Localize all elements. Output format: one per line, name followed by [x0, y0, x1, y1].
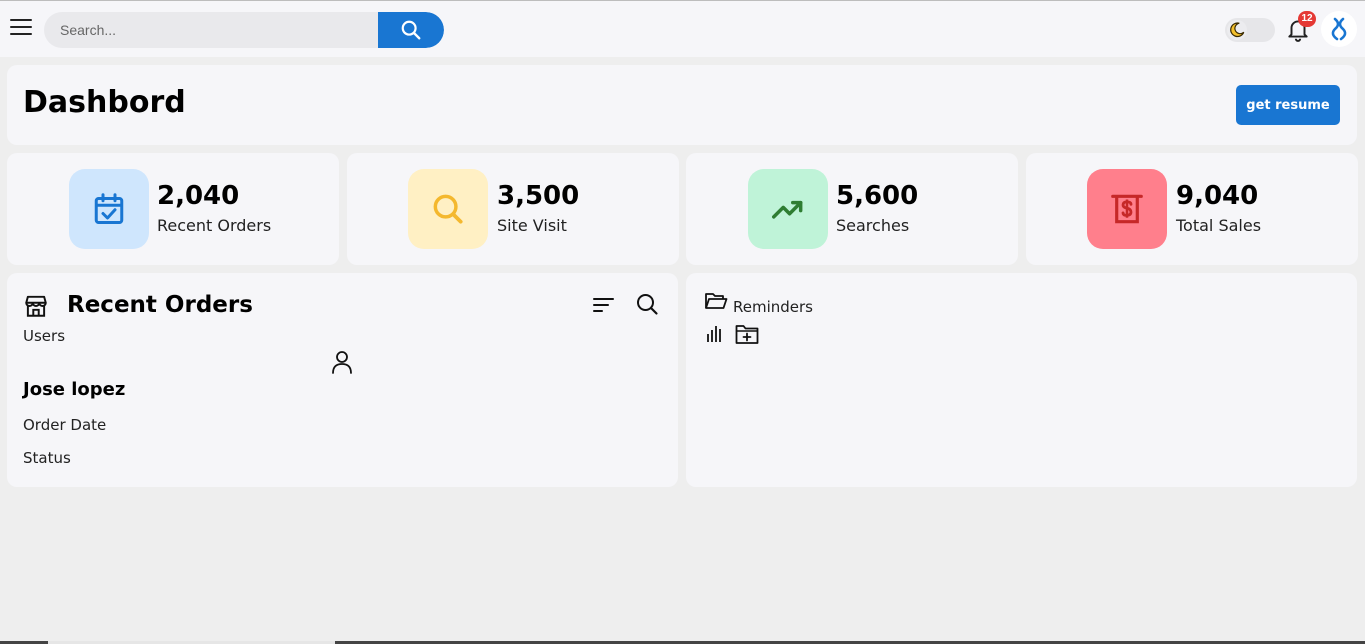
reminders-panel: Reminders: [686, 273, 1357, 487]
moon-icon: [1227, 20, 1247, 40]
page-title: Dashbord: [23, 85, 186, 120]
status-label: Status: [23, 449, 71, 467]
stat-card-recent-orders: 2,040 Recent Orders: [7, 153, 339, 265]
page-header: Dashbord get resume: [7, 65, 1357, 145]
avatar-logo-icon: [1331, 17, 1347, 41]
stat-value: 2,040: [157, 181, 240, 211]
filter-icon[interactable]: [593, 295, 615, 315]
panel-title: Recent Orders: [67, 292, 253, 318]
stat-value: 5,600: [836, 181, 919, 211]
stat-icon-box: [69, 169, 149, 249]
bar-chart-icon: [707, 326, 721, 342]
stat-card-total-sales: 9,040 Total Sales: [1026, 153, 1358, 265]
notification-badge: 12: [1298, 11, 1316, 27]
store-icon: [25, 295, 47, 317]
receipt-dollar-icon: [1111, 194, 1143, 224]
stat-label: Total Sales: [1176, 216, 1262, 235]
stat-card-site-visit: 3,500 Site Visit: [347, 153, 679, 265]
folder-open-icon: [705, 293, 728, 309]
user-icon: [332, 351, 352, 374]
stat-value: 3,500: [497, 181, 580, 211]
search-icon: [433, 194, 463, 224]
menu-icon[interactable]: [10, 19, 32, 39]
users-label: Users: [23, 327, 66, 345]
stat-label: Site Visit: [497, 216, 567, 235]
stat-label: Searches: [836, 216, 910, 235]
search-icon[interactable]: [635, 292, 659, 316]
theme-toggle[interactable]: [1225, 18, 1275, 42]
user-name: Jose lopez: [23, 379, 126, 400]
search-input[interactable]: [44, 12, 378, 48]
avatar[interactable]: [1321, 11, 1357, 47]
stat-icon-box: [748, 169, 828, 249]
recent-orders-panel: Recent Orders Users Jose lopez Order Dat…: [7, 273, 678, 487]
get-resume-button[interactable]: get resume: [1236, 85, 1340, 125]
stat-icon-box: [1087, 169, 1167, 249]
folder-plus-icon[interactable]: [735, 324, 759, 345]
trending-up-icon: [772, 200, 803, 219]
stat-icon-box: [408, 169, 488, 249]
search-button[interactable]: [378, 12, 444, 48]
order-date-label: Order Date: [23, 416, 107, 434]
top-bar: 12: [0, 0, 1365, 57]
reminders-title: Reminders: [733, 298, 813, 316]
stat-value: 9,040: [1176, 181, 1259, 211]
stat-label: Recent Orders: [157, 216, 272, 235]
calendar-check-icon: [94, 193, 124, 224]
search-bar: [44, 12, 444, 48]
search-icon: [401, 20, 421, 40]
stat-card-searches: 5,600 Searches: [686, 153, 1018, 265]
